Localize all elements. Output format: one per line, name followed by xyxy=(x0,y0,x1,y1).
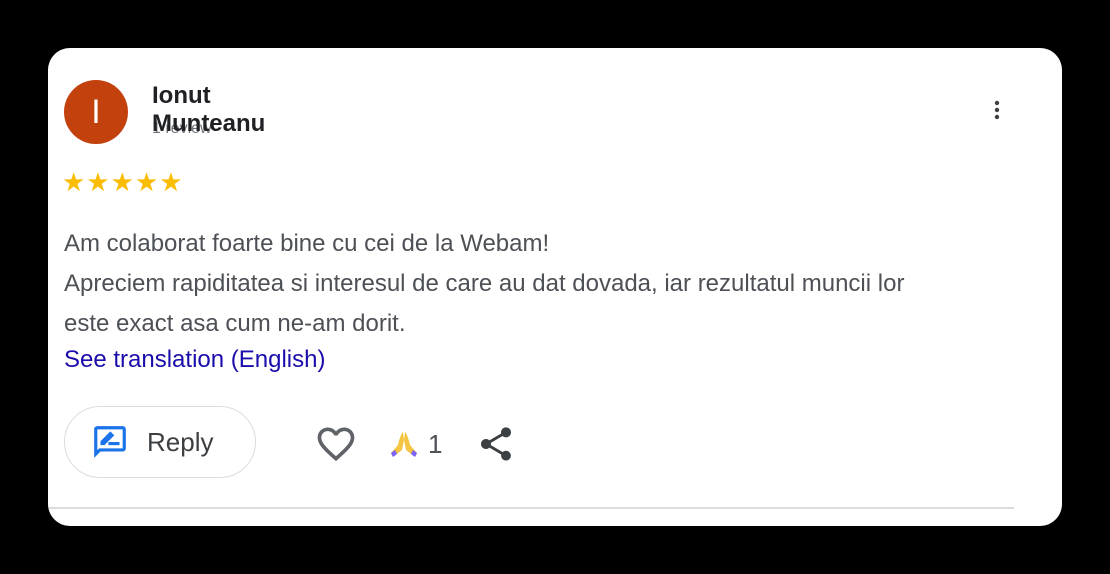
more-vertical-icon xyxy=(994,100,1000,120)
reaction-badge[interactable]: 1 xyxy=(388,424,442,464)
divider xyxy=(48,507,1014,509)
review-text: Am colaborat foarte bine cu cei de la We… xyxy=(64,224,1054,344)
rate-review-icon xyxy=(94,426,126,458)
review-text-line: Apreciem rapiditatea si interesul de car… xyxy=(64,270,905,297)
reply-button[interactable]: Reply xyxy=(64,406,256,478)
star-rating: ★★★★★ xyxy=(62,167,184,197)
review-card: I 1 review Ionut Munteanu ★★★★★ Am colab… xyxy=(48,48,1062,526)
reaction-count: 1 xyxy=(428,428,443,459)
review-text-line: este exact asa cum ne-am dorit. xyxy=(64,310,406,337)
share-icon xyxy=(481,427,511,461)
like-button[interactable] xyxy=(314,422,358,466)
heart-outline-icon xyxy=(317,427,355,462)
review-text-line: Am colaborat foarte bine cu cei de la We… xyxy=(64,230,550,257)
more-options-button[interactable] xyxy=(994,96,1000,124)
see-translation-link[interactable]: See translation (English) xyxy=(64,340,325,380)
avatar[interactable]: I xyxy=(64,80,128,144)
reply-label: Reply xyxy=(147,426,214,457)
share-button[interactable] xyxy=(476,424,516,464)
avatar-initial: I xyxy=(91,92,101,131)
folded-hands-emoji-icon xyxy=(391,432,417,457)
author-name[interactable]: Ionut Munteanu xyxy=(152,82,302,138)
